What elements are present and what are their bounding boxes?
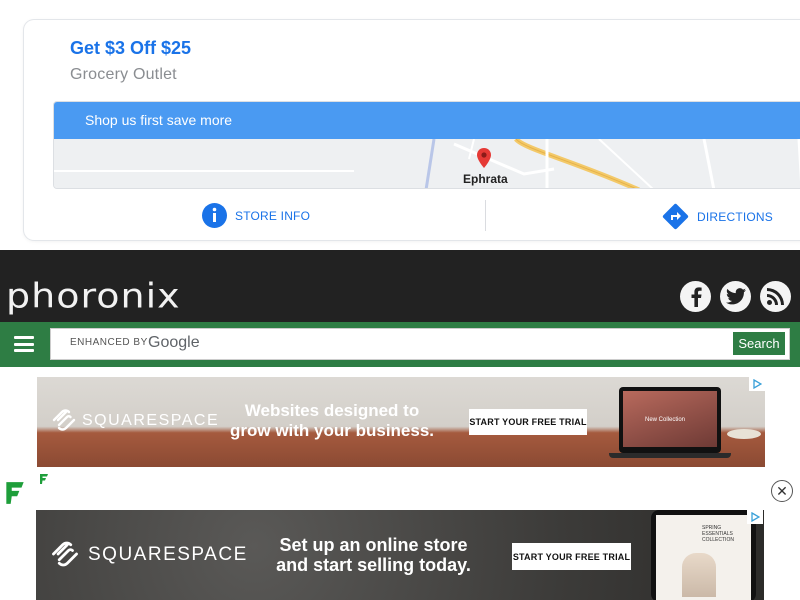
squarespace-logo-icon — [52, 409, 76, 431]
action-divider — [485, 200, 486, 231]
screen-caption: New Collection — [645, 417, 686, 423]
facebook-link[interactable] — [680, 281, 711, 312]
squarespace-ad-banner[interactable]: SQUARESPACE Websites designed to grow wi… — [37, 377, 765, 467]
squarespace-logo-icon — [52, 541, 78, 567]
search-input[interactable] — [61, 334, 721, 356]
squarespace-wordmark: SQUARESPACE — [88, 544, 248, 565]
search-box[interactable]: ENHANCED BY Google — [50, 328, 790, 360]
twitter-icon — [725, 288, 746, 305]
rss-link[interactable] — [760, 281, 791, 312]
map-banner-text: Shop us first save more — [85, 112, 233, 128]
free-trial-button[interactable]: START YOUR FREE TRIAL — [469, 409, 587, 435]
map-pin-icon — [477, 148, 491, 168]
store-map[interactable]: Shop us first save more Ephrata — [53, 101, 800, 189]
free-trial-button-2[interactable]: START YOUR FREE TRIAL — [512, 543, 631, 570]
site-logo[interactable]: phoronix — [6, 278, 181, 314]
decor-bowl — [727, 429, 761, 439]
squarespace-ad-banner-2[interactable]: SQUARESPACE Set up an online store and s… — [36, 510, 764, 600]
map-place-label: Ephrata — [463, 172, 508, 186]
grocery-ad-card[interactable]: Get $3 Off $25 Grocery Outlet Shop us fi… — [24, 20, 800, 240]
ad-headline-line1: Websites designed to — [244, 401, 420, 420]
freestar-icon-large — [6, 482, 24, 504]
ad-advertiser-name: Grocery Outlet — [70, 66, 177, 83]
close-ad-button[interactable]: ✕ — [771, 480, 793, 502]
ad2-headline-line1: Set up an online store — [279, 535, 468, 555]
adchoices-icon[interactable] — [747, 510, 763, 524]
ad-headline[interactable]: Get $3 Off $25 — [70, 38, 191, 59]
tablet-caption: SPRING ESSENTIALS COLLECTION — [702, 525, 734, 543]
tablet-image: SPRING ESSENTIALS COLLECTION — [651, 510, 756, 600]
tablet-screen: SPRING ESSENTIALS COLLECTION — [656, 515, 751, 600]
directions-label: DIRECTIONS — [697, 209, 774, 224]
info-icon — [202, 203, 227, 228]
map-banner[interactable]: Shop us first save more — [54, 102, 800, 139]
facebook-icon — [691, 286, 702, 307]
laptop-screen: New Collection — [623, 391, 717, 447]
menu-icon[interactable] — [14, 336, 34, 352]
rss-icon — [767, 288, 784, 305]
store-info-label: STORE INFO — [235, 208, 311, 223]
twitter-link[interactable] — [720, 281, 751, 312]
directions-icon — [662, 203, 689, 230]
store-info-button[interactable]: STORE INFO — [202, 203, 310, 228]
adchoices-icon[interactable] — [749, 377, 765, 391]
laptop-base — [609, 453, 731, 458]
laptop-image: New Collection — [619, 387, 721, 453]
ad-headline-line2: grow with your business. — [229, 421, 435, 440]
squarespace-wordmark: SQUARESPACE — [82, 412, 220, 429]
ad2-headline-line2: and start selling today. — [276, 555, 471, 575]
map-roads — [54, 139, 800, 188]
model-photo — [682, 553, 716, 597]
directions-button[interactable]: DIRECTIONS — [662, 203, 773, 230]
freestar-icon-small — [40, 474, 48, 484]
site-header: phoronix — [0, 250, 800, 322]
search-button[interactable]: Search — [732, 331, 786, 356]
